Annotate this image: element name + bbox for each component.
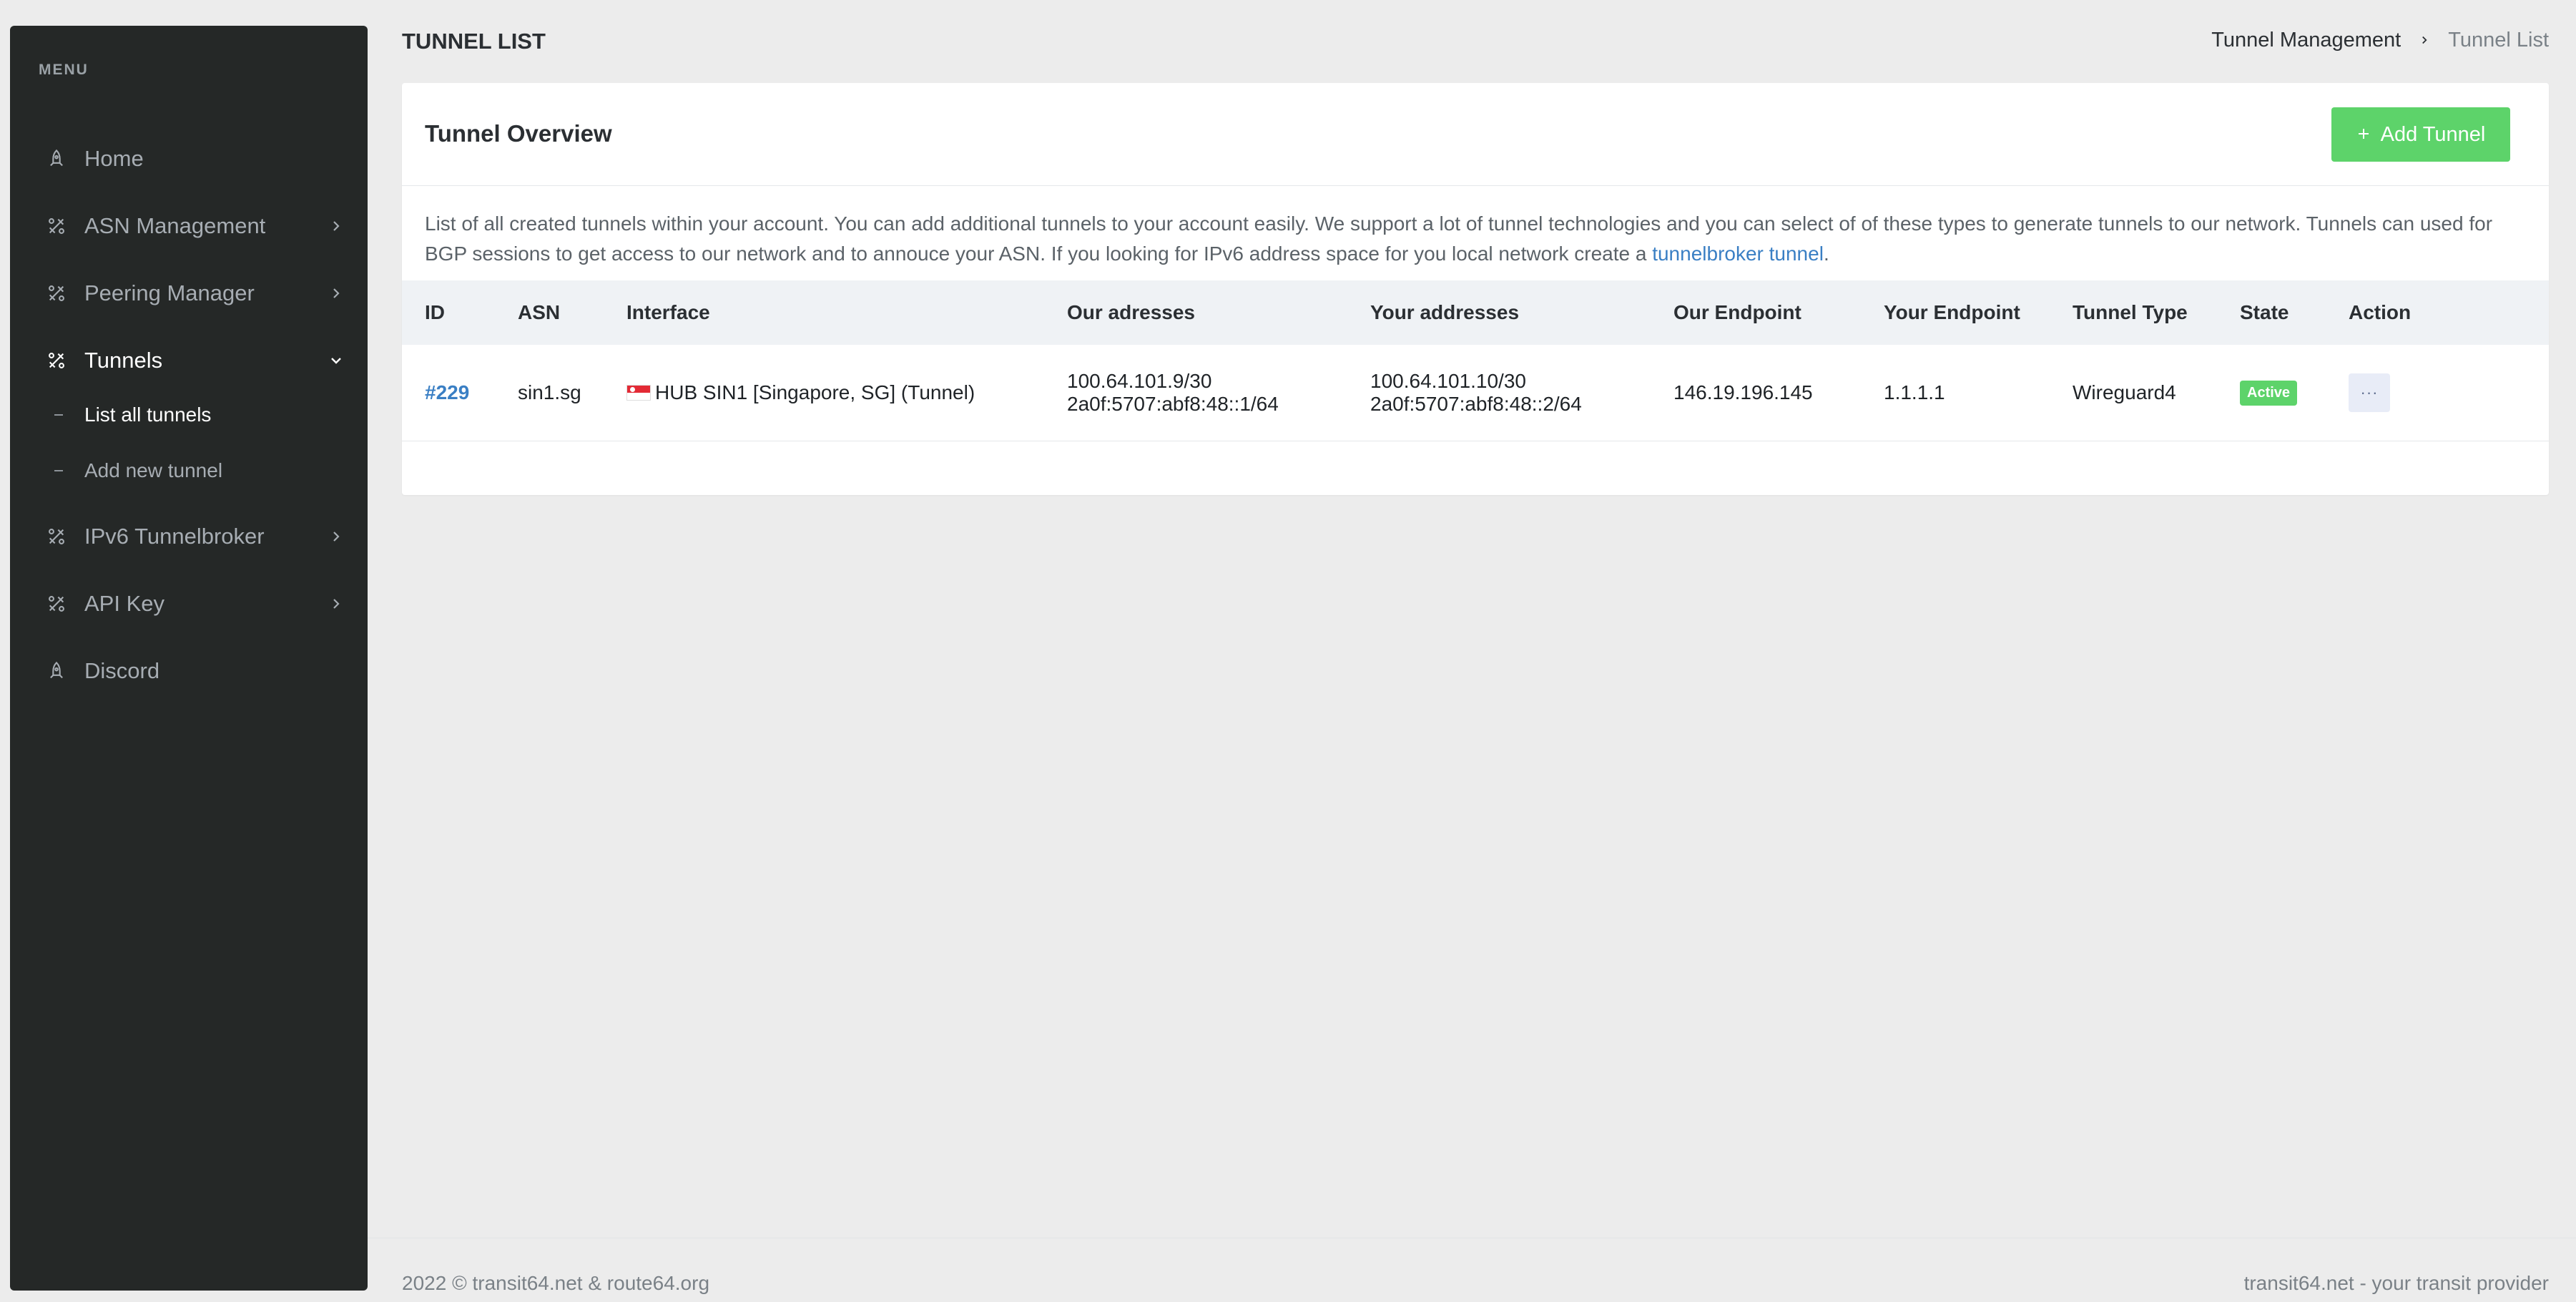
footer-tagline: transit64.net - your transit provider — [2243, 1272, 2549, 1294]
sidebar-item-home[interactable]: Home — [10, 130, 368, 187]
column-header-interface: Interface — [626, 301, 710, 323]
breadcrumb: Tunnel Management Tunnel List — [2211, 29, 2549, 52]
tunnel-id-link[interactable]: #229 — [425, 381, 469, 403]
tunnelbroker-tunnel-link[interactable]: tunnelbroker tunnel — [1652, 243, 1824, 265]
interface-label: HUB SIN1 [Singapore, SG] (Tunnel) — [655, 381, 975, 403]
chevron-down-icon — [328, 352, 345, 369]
sidebar-item-ipv6-tunnelbroker[interactable]: IPv6 Tunnelbroker — [10, 508, 368, 565]
sidebar-item-label: ASN Management — [84, 213, 266, 238]
tunnel-type-cell: Wireguard4 — [2073, 381, 2176, 403]
rocket-icon — [46, 148, 67, 170]
state-cell: Active — [2217, 345, 2326, 441]
asn-cell: sin1.sg — [518, 381, 581, 403]
column-header-action: Action — [2349, 301, 2412, 323]
sidebar-item-discord[interactable]: Discord — [10, 642, 368, 700]
column-header-asn: ASN — [518, 301, 561, 323]
tools-icon — [46, 593, 67, 615]
column-header-your-endpoint: Your Endpoint — [1884, 301, 2020, 323]
sidebar-item-label: Discord — [84, 658, 160, 683]
menu-title: MENU — [39, 62, 89, 78]
column-header-your-addresses: Your addresses — [1370, 301, 1520, 323]
sidebar-subitem-label: List all tunnels — [84, 403, 212, 426]
your-ipv4: 100.64.101.10/30 — [1370, 369, 1526, 392]
add-tunnel-label: Add Tunnel — [2380, 122, 2486, 146]
sidebar-subitem-label: Add new tunnel — [84, 459, 223, 481]
sidebar-subitem-list-all-tunnels[interactable]: List all tunnels — [10, 393, 368, 436]
sidebar-item-api-key[interactable]: API Key — [10, 575, 368, 632]
footer-copyright: 2022 © transit64.net & route64.org — [402, 1272, 710, 1294]
more-actions-button[interactable]: ··· — [2349, 373, 2390, 412]
dash-icon — [54, 414, 63, 416]
your-endpoint-cell: 1.1.1.1 — [1884, 381, 1945, 403]
breadcrumb-current: Tunnel List — [2448, 29, 2549, 52]
action-cell: ··· — [2326, 345, 2549, 441]
chevron-right-icon — [328, 595, 345, 612]
column-header-id: ID — [425, 301, 445, 323]
table-row: #229 sin1.sg HUB SIN1 [Singapore, SG] (T… — [402, 345, 2549, 441]
breadcrumb-link-tunnel-management[interactable]: Tunnel Management — [2211, 29, 2401, 52]
column-header-tunnel-type: Tunnel Type — [2073, 301, 2188, 323]
your-addresses-cell: 100.64.101.10/30 2a0f:5707:abf8:48::2/64 — [1347, 345, 1651, 441]
sidebar-item-label: IPv6 Tunnelbroker — [84, 524, 265, 549]
sidebar-item-label: Home — [84, 146, 144, 171]
sidebar: MENU Home ASN Management Peering Manager… — [10, 26, 368, 1291]
plus-icon — [2356, 123, 2371, 147]
our-endpoint-cell: 146.19.196.145 — [1673, 381, 1813, 403]
rocket-icon — [46, 660, 67, 682]
sidebar-item-asn-management[interactable]: ASN Management — [10, 197, 368, 255]
dash-icon — [54, 470, 63, 471]
singapore-flag-icon — [626, 384, 651, 401]
sidebar-item-label: Peering Manager — [84, 280, 255, 305]
sidebar-item-peering-manager[interactable]: Peering Manager — [10, 265, 368, 322]
sidebar-subitem-add-new-tunnel[interactable]: Add new tunnel — [10, 449, 368, 492]
tools-icon — [46, 350, 67, 371]
chevron-right-icon — [328, 217, 345, 235]
our-ipv6: 2a0f:5707:abf8:48::1/64 — [1067, 392, 1279, 415]
sidebar-item-tunnels[interactable]: Tunnels — [10, 332, 368, 389]
description-end: . — [1823, 243, 1829, 265]
card-title: Tunnel Overview — [425, 120, 612, 147]
description-text: List of all created tunnels within your … — [425, 212, 2493, 265]
table-header-row: ID ASN Interface Our adresses Your addre… — [402, 280, 2549, 345]
tools-icon — [46, 215, 67, 237]
tools-icon — [46, 526, 67, 547]
sidebar-item-label: API Key — [84, 591, 164, 616]
interface-cell: HUB SIN1 [Singapore, SG] (Tunnel) — [604, 345, 1044, 441]
tunnel-overview-card: Tunnel Overview Add Tunnel List of all c… — [402, 83, 2549, 495]
our-ipv4: 100.64.101.9/30 — [1067, 369, 1212, 392]
card-description: List of all created tunnels within your … — [425, 209, 2527, 269]
column-header-state: State — [2240, 301, 2289, 323]
tunnels-table: ID ASN Interface Our adresses Your addre… — [402, 280, 2549, 441]
tools-icon — [46, 283, 67, 304]
our-addresses-cell: 100.64.101.9/30 2a0f:5707:abf8:48::1/64 — [1044, 345, 1347, 441]
chevron-right-icon — [328, 528, 345, 545]
column-header-our-addresses: Our adresses — [1067, 301, 1195, 323]
page-title: TUNNEL LIST — [402, 29, 546, 54]
chevron-right-icon — [2418, 29, 2431, 52]
add-tunnel-button[interactable]: Add Tunnel — [2331, 107, 2510, 162]
chevron-right-icon — [328, 285, 345, 302]
your-ipv6: 2a0f:5707:abf8:48::2/64 — [1370, 392, 1582, 415]
sidebar-item-label: Tunnels — [84, 348, 163, 373]
card-header: Tunnel Overview Add Tunnel — [402, 83, 2549, 186]
status-badge: Active — [2240, 381, 2298, 406]
column-header-our-endpoint: Our Endpoint — [1673, 301, 1801, 323]
